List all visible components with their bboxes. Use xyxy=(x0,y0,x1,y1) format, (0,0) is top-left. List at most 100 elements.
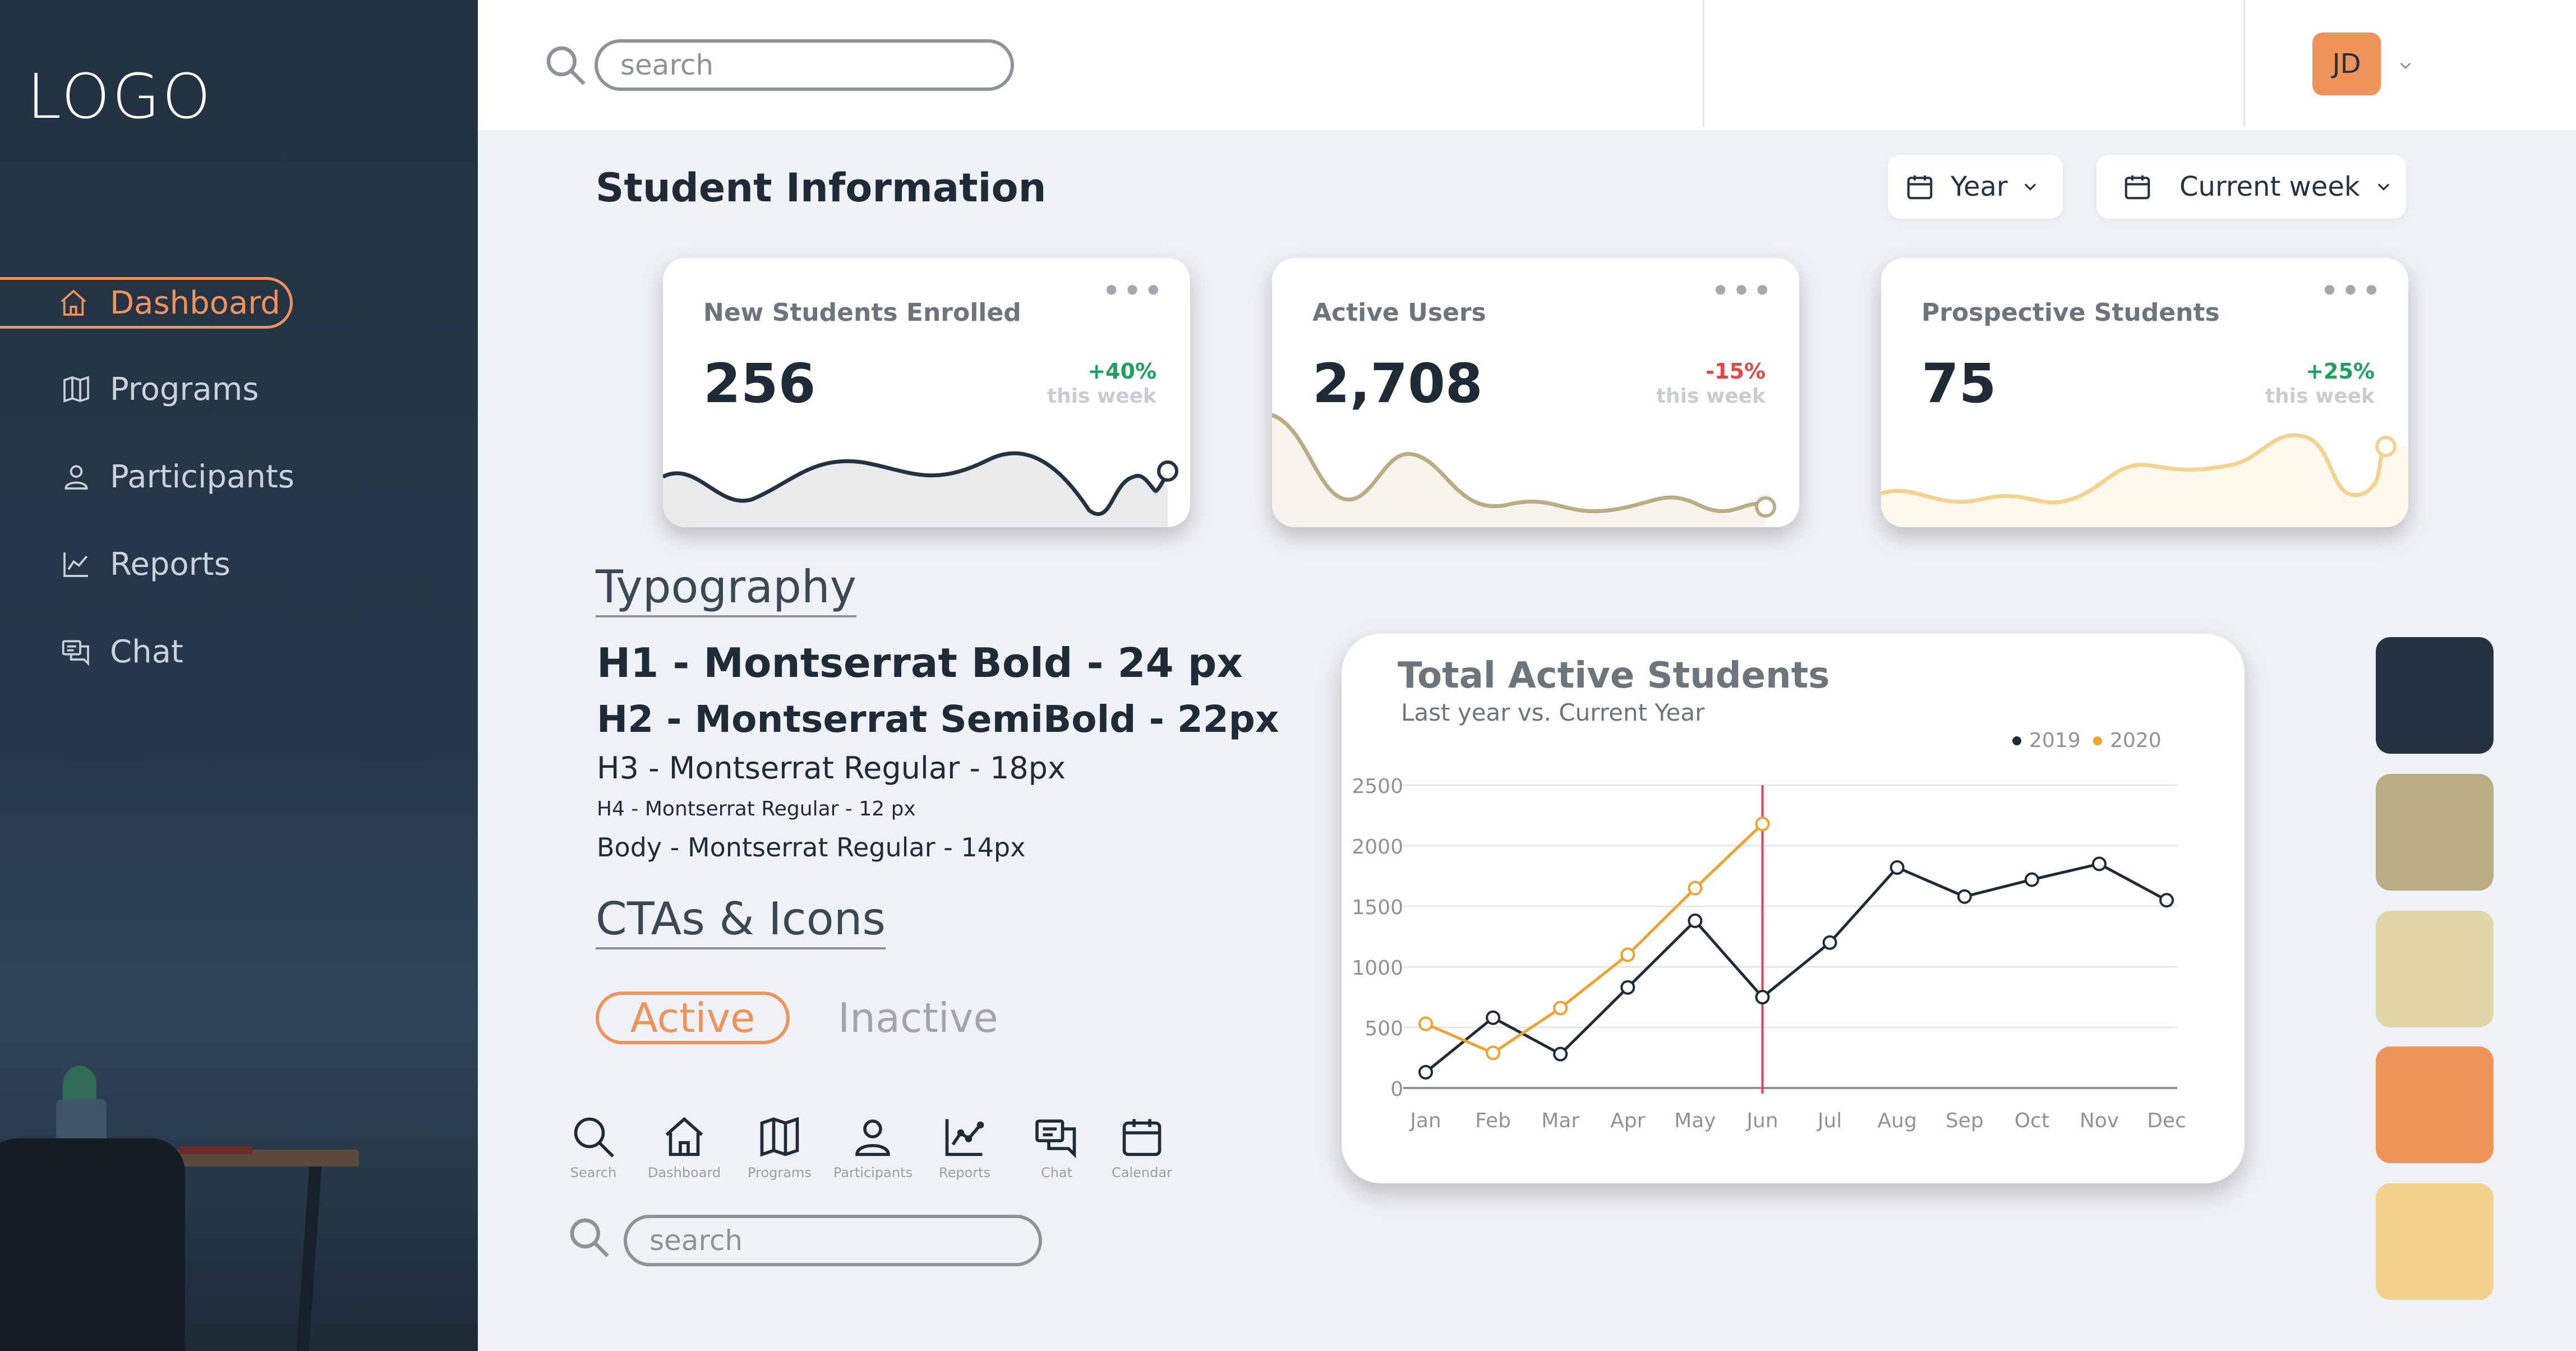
icon-label: Participants xyxy=(833,1165,913,1181)
data-point-2019 xyxy=(1755,990,1770,1004)
sidebar-item-label: Participants xyxy=(110,458,294,495)
color-swatch-orange xyxy=(2376,1046,2494,1163)
data-point-2019 xyxy=(2091,856,2107,872)
sidebar-item-reports[interactable]: Reports xyxy=(0,538,231,590)
data-point-2020 xyxy=(1755,817,1770,832)
data-point-2019 xyxy=(2024,872,2039,887)
x-tick-label: Aug xyxy=(1878,1109,1917,1132)
icon-label: Programs xyxy=(748,1165,812,1181)
more-options-icon[interactable]: ••• xyxy=(1711,271,1773,311)
y-tick-label: 2500 xyxy=(1352,775,1403,798)
y-tick-label: 1000 xyxy=(1352,957,1403,980)
sparkline xyxy=(1272,413,1776,527)
typography-h3-sample: H3 - Montserrat Regular - 18px xyxy=(597,750,1066,786)
data-point-2019 xyxy=(1486,1010,1501,1025)
more-options-icon[interactable]: ••• xyxy=(1102,271,1164,311)
map-icon xyxy=(760,1117,799,1157)
data-point-2020 xyxy=(1688,880,1703,896)
more-options-icon[interactable]: ••• xyxy=(2320,271,2383,311)
x-tick-label: Nov xyxy=(2080,1109,2119,1132)
sidebar-item-label: Chat xyxy=(110,633,183,670)
header-divider xyxy=(1703,0,1704,127)
x-tick-label: Dec xyxy=(2147,1109,2186,1132)
icon-sample-participants[interactable]: Participants xyxy=(833,1113,913,1181)
active-button[interactable]: Active xyxy=(596,992,790,1044)
data-point-2019 xyxy=(1620,980,1635,995)
y-tick-label: 1500 xyxy=(1352,896,1403,919)
stat-card-active-users: Active Users ••• 2,708 -15% this week xyxy=(1272,258,1799,527)
x-tick-label: Feb xyxy=(1475,1109,1511,1132)
icon-label: Search xyxy=(570,1165,617,1181)
icon-label: Chat xyxy=(1040,1165,1073,1181)
sparkline xyxy=(663,451,1178,527)
chevron-down-icon[interactable] xyxy=(2396,56,2415,75)
stat-card-prospective-students: Prospective Students ••• 75 +25% this we… xyxy=(1881,258,2408,527)
inactive-button[interactable]: Inactive xyxy=(838,992,998,1044)
data-point-2019 xyxy=(1688,913,1703,928)
typography-h1-sample: H1 - Montserrat Bold - 24 px xyxy=(597,639,1243,686)
y-tick-label: 2000 xyxy=(1352,836,1403,859)
card-value: 256 xyxy=(703,352,816,415)
chat-icon xyxy=(62,640,89,666)
total-active-students-chart: Total Active Students Last year vs. Curr… xyxy=(1342,634,2245,1183)
icon-sample-programs[interactable]: Programs xyxy=(740,1113,819,1181)
sidebar-item-label: Programs xyxy=(110,371,259,408)
sidebar-item-dashboard[interactable]: Dashboard xyxy=(0,277,293,329)
search-icon xyxy=(546,46,586,85)
icon-sample-calendar[interactable]: Calendar xyxy=(1103,1113,1181,1181)
color-swatch-light-yellow xyxy=(2376,1183,2494,1300)
data-point-2020 xyxy=(1553,1000,1568,1016)
chart-line-icon xyxy=(63,552,88,577)
sidebar-item-participants[interactable]: Participants xyxy=(0,451,294,502)
home-icon xyxy=(61,289,86,316)
chart-line-icon xyxy=(945,1119,984,1156)
user-icon xyxy=(855,1119,890,1156)
card-title: Active Users xyxy=(1312,298,1486,327)
icon-label: Reports xyxy=(938,1165,991,1181)
card-change: +40% xyxy=(1087,359,1156,384)
avatar[interactable]: JD xyxy=(2312,33,2381,95)
icon-sample-chat[interactable]: Chat xyxy=(1017,1113,1096,1181)
search-input-sample[interactable]: search xyxy=(624,1215,1042,1266)
chair-decoration xyxy=(0,1138,185,1351)
x-tick-label: Oct xyxy=(2015,1109,2049,1132)
icon-sample-reports[interactable]: Reports xyxy=(925,1113,1004,1181)
data-point-2019 xyxy=(1822,935,1837,950)
line-chart: 0 500 1000 1500 2000 2500 Jan Feb Mar Apr May Jun Ju… xyxy=(1352,775,2186,1132)
sparkline xyxy=(1881,433,2408,527)
sidebar-item-chat[interactable]: Chat xyxy=(0,626,183,677)
color-swatch-dark-navy xyxy=(2376,637,2494,754)
sidebar-item-label: Reports xyxy=(110,546,231,583)
book-decoration xyxy=(179,1146,252,1154)
icon-sample-search[interactable]: Search xyxy=(554,1113,633,1181)
y-tick-label: 0 xyxy=(1390,1078,1403,1101)
calendar-icon xyxy=(2125,175,2150,200)
sidebar: LOGO Dashboard Programs Participants Rep… xyxy=(0,0,478,1351)
data-point-2020 xyxy=(1620,947,1635,962)
card-change: +25% xyxy=(2306,359,2375,384)
search-input[interactable]: search xyxy=(595,39,1014,91)
page-title: Student Information xyxy=(596,165,1047,211)
calendar-icon xyxy=(1907,175,1933,200)
x-tick-label: Sep xyxy=(1946,1109,1984,1132)
chevron-down-icon xyxy=(2377,183,2389,191)
x-tick-label: Jul xyxy=(1817,1109,1842,1132)
color-swatch-sand xyxy=(2376,911,2494,1027)
year-filter[interactable]: Year xyxy=(1888,155,2063,219)
icon-sample-dashboard[interactable]: Dashboard xyxy=(645,1113,724,1181)
x-tick-label: Jan xyxy=(1409,1109,1441,1132)
user-icon xyxy=(64,465,88,490)
x-tick-label: Apr xyxy=(1610,1109,1645,1132)
search-icon xyxy=(570,1218,609,1257)
ctas-heading: CTAs & Icons xyxy=(596,893,886,949)
card-change: -15% xyxy=(1706,359,1766,384)
card-title: Prospective Students xyxy=(1921,298,2220,327)
typography-h2-sample: H2 - Montserrat SemiBold - 22px xyxy=(597,698,1279,741)
week-filter[interactable]: Current week xyxy=(2096,155,2406,219)
card-value: 75 xyxy=(1921,352,1997,415)
typography-body-sample: Body - Montserrat Regular - 14px xyxy=(597,832,1026,863)
data-point-2020 xyxy=(1418,1016,1433,1031)
y-tick-label: 500 xyxy=(1365,1017,1403,1040)
typography-heading: Typography xyxy=(596,561,856,617)
sidebar-item-programs[interactable]: Programs xyxy=(0,363,259,415)
